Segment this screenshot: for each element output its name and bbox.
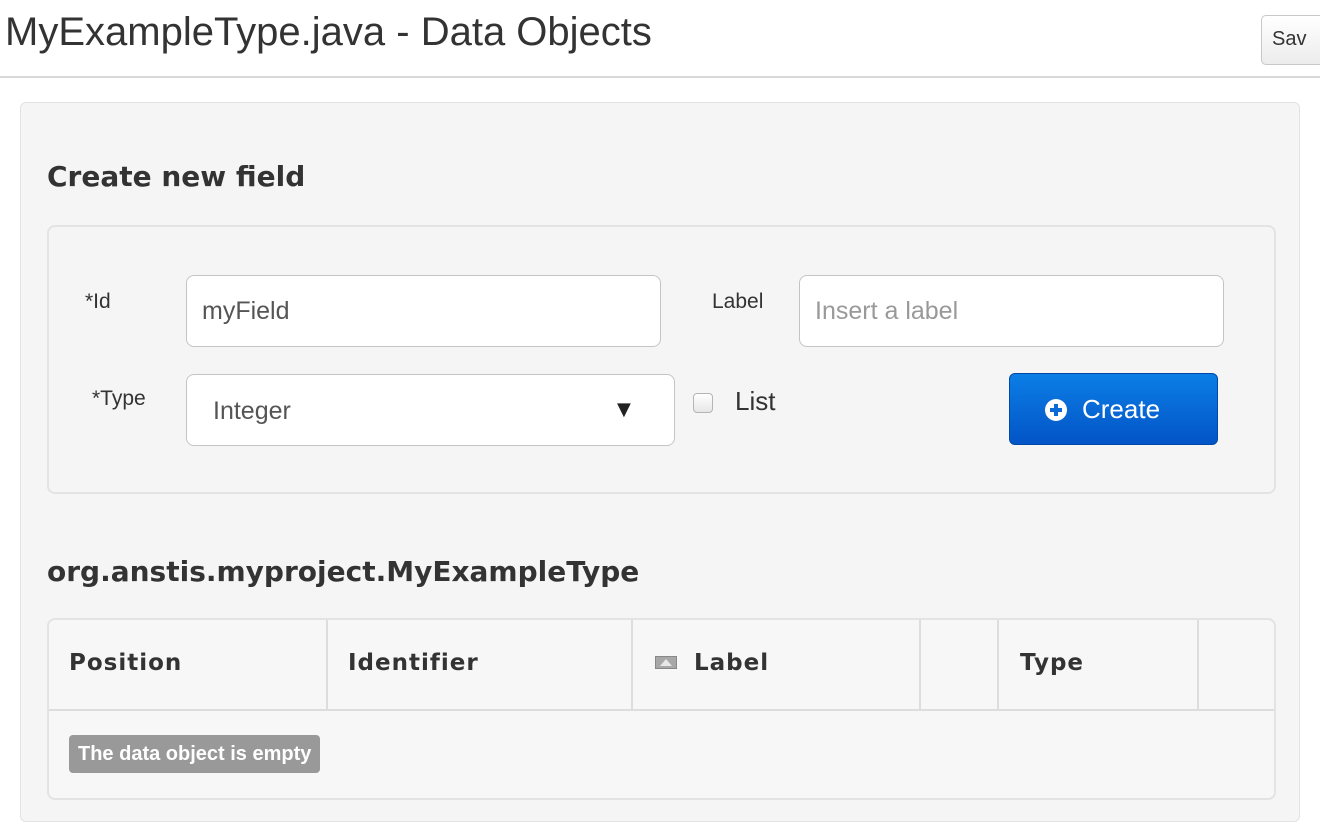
fields-table: Position Identifier Label Type The data … (47, 618, 1276, 800)
list-checkbox-label: List (735, 386, 776, 416)
data-object-title: org.anstis.myproject.MyExampleType (47, 555, 640, 588)
column-header-label: Identifier (348, 650, 479, 676)
column-header-actions (1199, 620, 1274, 709)
type-label: *Type (92, 387, 146, 410)
create-button[interactable]: Create (1009, 373, 1218, 445)
create-field-form (47, 225, 1276, 494)
id-label: *Id (85, 290, 111, 313)
column-header-label: Type (1020, 650, 1085, 676)
column-header-label: Label (694, 650, 770, 676)
save-button[interactable]: Sav (1261, 15, 1320, 65)
id-input[interactable] (186, 275, 661, 347)
label-input[interactable] (799, 275, 1224, 347)
plus-circle-icon (1045, 399, 1067, 421)
empty-state-badge: The data object is empty (69, 735, 321, 773)
dropdown-arrow-icon: ▼ (617, 399, 631, 420)
create-field-title: Create new field (47, 160, 306, 193)
label-label: Label (712, 290, 764, 313)
table-header: Position Identifier Label Type (49, 620, 1274, 711)
page-title: MyExampleType.java - Data Objects (5, 10, 652, 54)
list-checkbox[interactable] (693, 393, 713, 413)
column-header-identifier[interactable]: Identifier (328, 620, 633, 709)
column-header-label: Position (69, 650, 183, 676)
column-header-position[interactable]: Position (49, 620, 328, 709)
column-header-label-sorted[interactable]: Label (633, 620, 921, 709)
type-select[interactable]: Integer ▼ (186, 374, 675, 446)
type-select-value: Integer (213, 397, 291, 425)
column-header-type[interactable]: Type (999, 620, 1199, 709)
page-header: MyExampleType.java - Data Objects Sav (0, 0, 1320, 78)
create-button-label: Create (1082, 394, 1161, 424)
column-header-blank (921, 620, 999, 709)
sort-ascending-icon (655, 656, 677, 669)
